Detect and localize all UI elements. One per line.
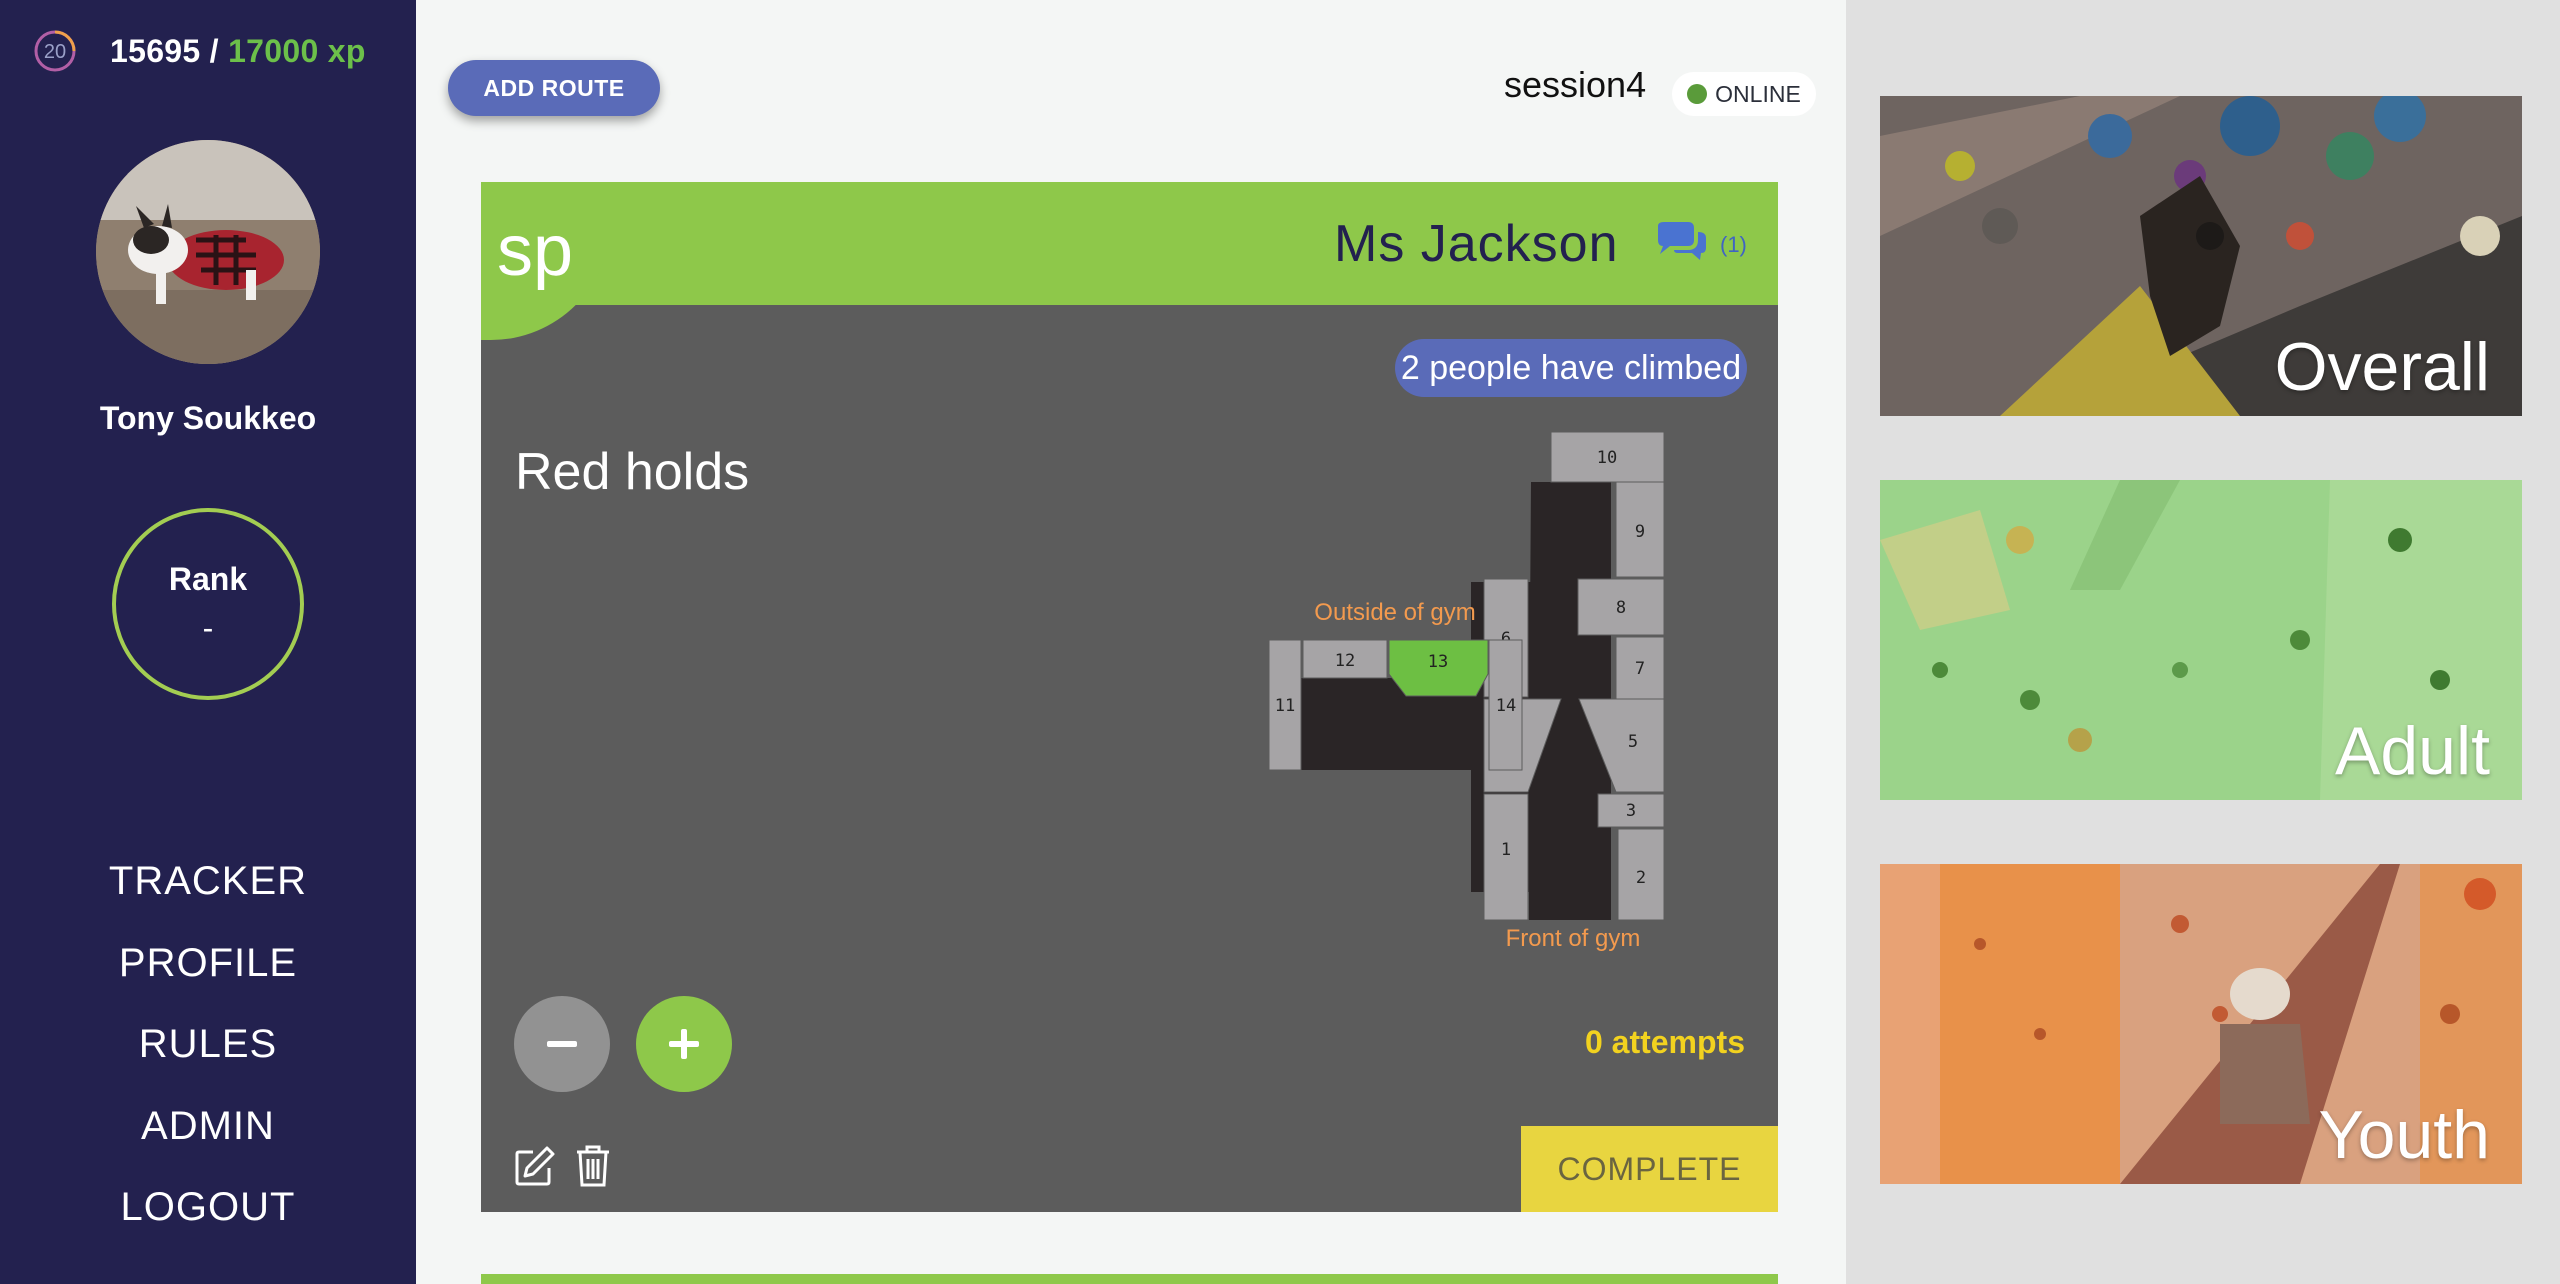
map-section-14[interactable]: 14 bbox=[1488, 639, 1523, 771]
map-section-1[interactable]: 1 bbox=[1483, 793, 1529, 921]
front-gym-label: Front of gym bbox=[1506, 925, 1641, 952]
add-route-button[interactable]: ADD ROUTE bbox=[448, 60, 660, 116]
complete-button[interactable]: COMPLETE bbox=[1521, 1126, 1778, 1212]
decrease-attempts-button[interactable] bbox=[514, 996, 610, 1092]
map-section-8[interactable]: 8 bbox=[1577, 578, 1665, 636]
trash-icon bbox=[577, 1145, 609, 1187]
xp-separator: / bbox=[200, 32, 229, 69]
attempts-count: 0 attempts bbox=[1584, 1024, 1745, 1060]
svg-text:13: 13 bbox=[1428, 652, 1448, 672]
svg-text:8: 8 bbox=[1616, 598, 1626, 618]
svg-text:3: 3 bbox=[1626, 801, 1636, 821]
route-card: sp Ms Jackson (1) 2 people have climbed … bbox=[481, 182, 1778, 1212]
xp-badge-text: 20 bbox=[44, 41, 66, 63]
svg-text:2: 2 bbox=[1636, 868, 1646, 888]
sidebar: 20 15695 / 17000 xp Tony Soukkeo Rank - … bbox=[0, 0, 416, 1284]
nav-rules[interactable]: RULES bbox=[0, 1008, 416, 1090]
leaderboard-overall[interactable]: Overall bbox=[1880, 96, 2522, 416]
svg-text:14: 14 bbox=[1496, 696, 1516, 716]
leaderboard-youth[interactable]: Youth bbox=[1880, 864, 2522, 1184]
increase-attempts-button[interactable] bbox=[636, 996, 732, 1092]
edit-icon bbox=[515, 1146, 555, 1186]
nav-logout[interactable]: LOGOUT bbox=[0, 1171, 416, 1253]
svg-text:10: 10 bbox=[1597, 448, 1617, 468]
nav-profile[interactable]: PROFILE bbox=[0, 927, 416, 1009]
leaderboard-overall-label: Overall bbox=[2274, 329, 2490, 405]
leaderboard-adult[interactable]: Adult bbox=[1880, 480, 2522, 800]
xp-badge-icon: 20 bbox=[34, 30, 76, 72]
status-badge: ONLINE bbox=[1672, 72, 1816, 116]
map-section-13[interactable]: 13 bbox=[1388, 639, 1489, 697]
status-text: ONLINE bbox=[1715, 80, 1801, 107]
main-nav: TRACKER PROFILE RULES ADMIN LOGOUT bbox=[0, 845, 416, 1253]
nav-admin[interactable]: ADMIN bbox=[0, 1090, 416, 1172]
edit-route-button[interactable] bbox=[513, 1144, 557, 1193]
map-section-7[interactable]: 7 bbox=[1615, 636, 1665, 700]
minus-icon bbox=[547, 1041, 577, 1047]
rank-label: Rank bbox=[168, 561, 248, 597]
plus-icon bbox=[669, 1029, 699, 1059]
xp-max: 17000 xp bbox=[228, 32, 366, 69]
avatar-photo bbox=[96, 140, 320, 364]
svg-text:11: 11 bbox=[1275, 696, 1295, 716]
map-section-10[interactable]: 10 bbox=[1550, 431, 1665, 483]
svg-text:9: 9 bbox=[1635, 522, 1645, 542]
svg-text:12: 12 bbox=[1335, 651, 1355, 671]
delete-route-button[interactable] bbox=[573, 1144, 613, 1193]
next-route-card-edge bbox=[481, 1274, 1778, 1284]
svg-text:1: 1 bbox=[1501, 840, 1511, 860]
leaderboard-adult-label: Adult bbox=[2335, 713, 2490, 789]
session-name: session4 bbox=[1504, 64, 1647, 105]
xp-progress: 20 15695 / 17000 xp bbox=[32, 28, 366, 74]
xp-text: 15695 / 17000 xp bbox=[110, 33, 366, 70]
xp-current: 15695 bbox=[110, 32, 201, 69]
rank-badge: Rank - bbox=[112, 508, 304, 700]
online-dot-icon bbox=[1687, 84, 1708, 104]
main-content: ADD ROUTE session4 ONLINE sp Ms Jackson … bbox=[416, 0, 1846, 1284]
leaderboard-panel: Overall Adult Youth bbox=[1846, 0, 2560, 1284]
svg-text:5: 5 bbox=[1628, 732, 1638, 752]
map-section-11[interactable]: 11 bbox=[1268, 639, 1302, 771]
map-section-2[interactable]: 2 bbox=[1617, 828, 1665, 921]
avatar[interactable] bbox=[96, 140, 320, 364]
map-section-3[interactable]: 3 bbox=[1597, 793, 1665, 828]
rank-value: - bbox=[202, 610, 214, 646]
username: Tony Soukkeo bbox=[99, 400, 317, 436]
nav-tracker[interactable]: TRACKER bbox=[0, 845, 416, 927]
outside-gym-label: Outside of gym bbox=[1314, 599, 1475, 626]
svg-text:7: 7 bbox=[1635, 659, 1645, 679]
map-section-12[interactable]: 12 bbox=[1302, 639, 1388, 679]
leaderboard-youth-label: Youth bbox=[2318, 1097, 2490, 1173]
map-section-9[interactable]: 9 bbox=[1615, 481, 1665, 578]
